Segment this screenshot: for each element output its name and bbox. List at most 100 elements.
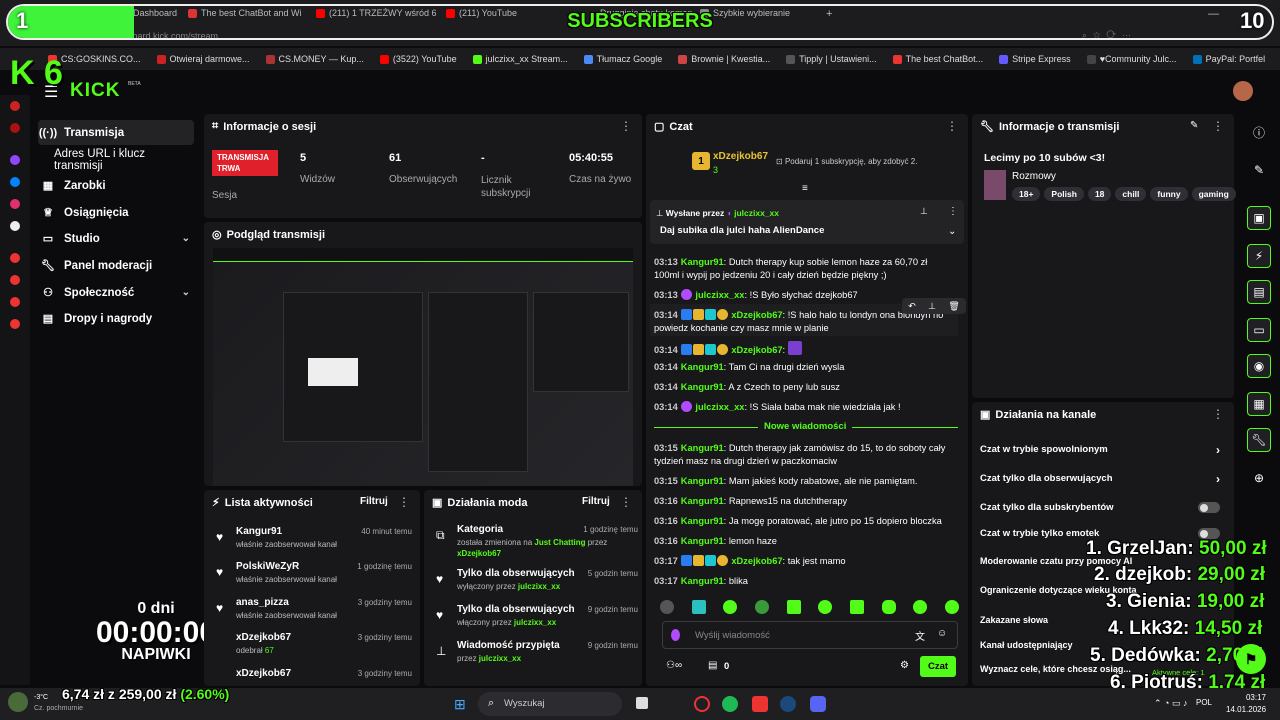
- emote-icon[interactable]: [691, 600, 706, 614]
- language-indicator[interactable]: POL: [1196, 698, 1212, 707]
- emote-icon[interactable]: [660, 600, 674, 614]
- studio-icon[interactable]: ▦: [1247, 392, 1271, 416]
- app-icon[interactable]: [10, 275, 20, 285]
- emote-icon[interactable]: [849, 600, 864, 614]
- emoji-icon[interactable]: ☺: [937, 628, 947, 639]
- opera-icon[interactable]: [694, 696, 710, 712]
- delete-icon[interactable]: 🗑︎: [948, 301, 959, 312]
- brownie-icon: [678, 54, 688, 64]
- mod-action-item: ⧉ Kategoria 1 godzinę temu została zmien…: [436, 524, 638, 558]
- bookmark-brownie[interactable]: Brownie | Kwestia...: [670, 54, 778, 64]
- gift-badge: [716, 555, 728, 566]
- bookmark-tipply[interactable]: Tipply | Ustawieni...: [778, 54, 885, 64]
- more-icon[interactable]: ⋮: [1212, 407, 1224, 421]
- collapse-icon[interactable]: ≡: [802, 183, 808, 194]
- reply-icon[interactable]: ↶: [908, 301, 916, 312]
- app-icon[interactable]: [10, 123, 20, 133]
- messenger-icon[interactable]: [10, 177, 20, 187]
- bookmark-stripe[interactable]: Stripe Express: [991, 54, 1079, 64]
- chat-icon[interactable]: ▭: [1247, 318, 1271, 342]
- tiktok-icon[interactable]: [10, 221, 20, 231]
- chat-followers-only-row[interactable]: Czat tylko dla obserwujących ›: [980, 472, 1226, 486]
- bookmark-community[interactable]: ♥Community Julc...: [1079, 54, 1185, 64]
- info-icon[interactable]: ⓘ: [1247, 120, 1271, 144]
- globe-icon[interactable]: ⊕: [1247, 466, 1271, 490]
- bookmark-translate[interactable]: Tłumacz Google: [576, 54, 671, 64]
- emote-icon[interactable]: [944, 600, 959, 614]
- notes-icon[interactable]: ▤: [1247, 280, 1271, 304]
- points-icon[interactable]: ▤: [708, 660, 717, 671]
- bookmark-paypal[interactable]: PayPal: Portfel: [1185, 54, 1274, 64]
- chevron-down-icon[interactable]: ⌄: [948, 226, 956, 237]
- sidebar-item-transmisja[interactable]: ((·)) Transmisja: [38, 120, 194, 145]
- stream-preview-video[interactable]: [213, 248, 633, 486]
- subscribers-goal-current: 1: [16, 8, 29, 33]
- wrench-icon[interactable]: 🔧︎: [1247, 428, 1271, 452]
- tag: gaming: [1191, 187, 1236, 201]
- emote-icon[interactable]: [786, 600, 801, 614]
- bolt-icon: ⚡︎: [212, 497, 220, 509]
- edit-icon[interactable]: ✎: [1190, 120, 1198, 131]
- edit-icon[interactable]: ✎: [1247, 158, 1271, 182]
- more-icon[interactable]: ⋮: [620, 495, 632, 509]
- twitch-icon[interactable]: [10, 155, 20, 165]
- steam-icon[interactable]: [780, 696, 796, 712]
- windows-start-icon[interactable]: ⊞: [454, 696, 466, 713]
- emote-icon[interactable]: [754, 600, 769, 614]
- pin-icon[interactable]: ⊥: [920, 206, 928, 217]
- mod-filter-button[interactable]: Filtruj: [582, 496, 610, 507]
- community-icon[interactable]: ⚇∞: [666, 660, 682, 671]
- mod-action-desc: przez julczixx_xx: [457, 654, 522, 663]
- sidebar-item-studio[interactable]: ▭ Studio ⌄: [38, 226, 194, 251]
- emote-icon[interactable]: [818, 600, 833, 614]
- settings-icon[interactable]: [10, 319, 20, 329]
- clip-icon[interactable]: ▣: [1247, 206, 1271, 230]
- more-icon[interactable]: ⋮: [948, 206, 958, 217]
- bolt-icon[interactable]: ⚡︎: [1247, 244, 1271, 268]
- bookmark-otwieraj[interactable]: Otwieraj darmowe...: [149, 54, 258, 64]
- subs-only-toggle[interactable]: [1198, 502, 1220, 513]
- app-icon[interactable]: [10, 101, 20, 111]
- instagram-icon[interactable]: [10, 199, 20, 209]
- more-icon[interactable]: ⋮: [1212, 119, 1224, 133]
- discord-icon[interactable]: [810, 696, 826, 712]
- app-icon[interactable]: [752, 696, 768, 712]
- taskbar-search[interactable]: ⌕ Wyszukaj: [478, 692, 622, 716]
- pin-icon[interactable]: ⊥: [928, 301, 936, 312]
- chat-input[interactable]: Wyślij wiadomość 文 ☺: [662, 621, 958, 649]
- more-icon[interactable]: ⋮: [620, 119, 632, 133]
- bookmark-chatbot[interactable]: The best ChatBot...: [885, 54, 992, 64]
- send-chat-button[interactable]: Czat: [920, 656, 956, 677]
- gifter-name[interactable]: xDzejkob67: [713, 151, 768, 162]
- gear-icon[interactable]: ⚙: [900, 660, 909, 671]
- sidebar-item-stream-key[interactable]: Adres URL i klucz transmisji: [38, 147, 194, 172]
- emote-icon[interactable]: [913, 600, 928, 614]
- sidebar-item-zarobki[interactable]: ▦ Zarobki: [38, 173, 194, 198]
- app-icon[interactable]: [10, 253, 20, 263]
- emote-icon[interactable]: [881, 600, 896, 614]
- sidebar-item-osiagniecia[interactable]: ♕ Osiągnięcia: [38, 200, 194, 225]
- system-tray-icons[interactable]: ⌃ ◔ ▭ ♪: [1154, 698, 1187, 709]
- bookmark-youtube[interactable]: (3522) YouTube: [372, 54, 465, 64]
- more-icon[interactable]: ⋮: [398, 495, 410, 509]
- goal-indicator-icon: ⚑: [1236, 644, 1266, 674]
- broadcast-icon[interactable]: ◉: [1247, 354, 1271, 378]
- spotify-icon[interactable]: [722, 696, 738, 712]
- bookmark-csmoney[interactable]: CS.MONEY — Kup...: [258, 54, 372, 64]
- kick-logo[interactable]: KICK: [70, 80, 120, 102]
- mod-action-desc: włączony przez julczixx_xx: [457, 618, 557, 627]
- sidebar-item-dropy[interactable]: ▤ Dropy i nagrody: [38, 306, 194, 331]
- chat-slow-mode-row[interactable]: Czat w trybie spowolnionym ›: [980, 443, 1226, 457]
- mod-action-item: ♥ Tylko dla obserwujących 5 godzin temu …: [436, 568, 638, 591]
- activity-filter-button[interactable]: Filtruj: [360, 496, 388, 507]
- category-name[interactable]: Rozmowy: [1012, 171, 1056, 182]
- bookmark-julczixx[interactable]: julczixx_xx Stream...: [465, 54, 576, 64]
- emote-icon[interactable]: [723, 600, 738, 614]
- app-icon[interactable]: [10, 297, 20, 307]
- sidebar-item-panel-moderacji[interactable]: 🔧︎ Panel moderacji: [38, 253, 194, 278]
- avatar[interactable]: [1233, 81, 1253, 101]
- more-icon[interactable]: ⋮: [946, 119, 958, 133]
- translate-icon[interactable]: 文: [915, 628, 925, 643]
- task-view-icon[interactable]: [636, 697, 648, 709]
- sidebar-item-spolecznosc[interactable]: ⚇ Społeczność ⌄: [38, 280, 194, 305]
